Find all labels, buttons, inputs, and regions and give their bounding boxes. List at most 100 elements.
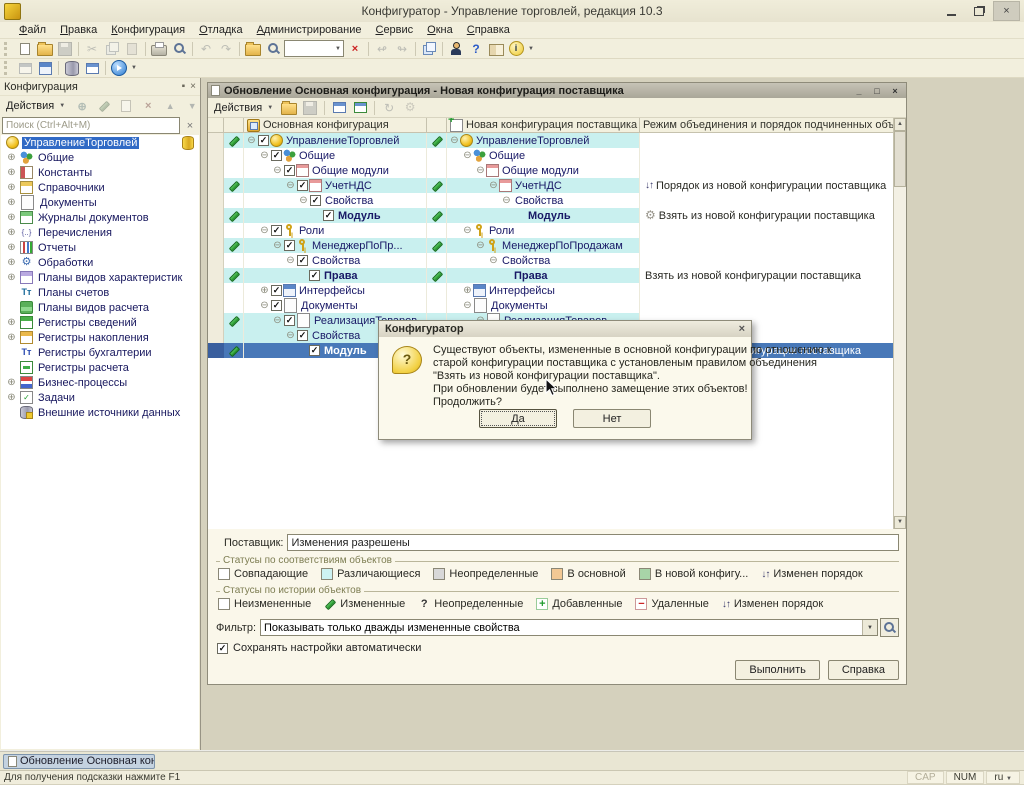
collapse-icon[interactable] xyxy=(488,180,499,191)
expand-icon[interactable] xyxy=(6,197,17,208)
close-button[interactable]: × xyxy=(993,1,1020,21)
collapse-icon[interactable] xyxy=(259,150,270,161)
filter-search-button[interactable] xyxy=(880,618,899,637)
sidebar-item-document-journals[interactable]: Журналы документов xyxy=(1,210,199,225)
collapse-icon[interactable] xyxy=(285,330,296,341)
menu-file[interactable]: Файл xyxy=(12,23,53,37)
window-titlebar[interactable]: Обновление Основная конфигурация - Новая… xyxy=(208,83,906,98)
sidebar-item-char-types[interactable]: Планы видов характеристик xyxy=(1,270,199,285)
find-button[interactable] xyxy=(263,40,283,57)
debug-dropdown-button[interactable]: ▼ xyxy=(131,65,137,71)
settings-button[interactable] xyxy=(400,99,420,116)
expand-icon[interactable] xyxy=(259,285,270,296)
pin-icon[interactable]: ▪ xyxy=(182,81,186,92)
collapse-icon[interactable] xyxy=(501,195,512,206)
include-checkbox[interactable] xyxy=(323,210,334,221)
collapse-icon[interactable] xyxy=(298,195,309,206)
print-button[interactable] xyxy=(149,40,169,57)
include-checkbox[interactable] xyxy=(284,240,295,251)
sidebar-item-chart-of-accounts[interactable]: Планы счетов xyxy=(1,285,199,300)
open-config-button[interactable] xyxy=(279,99,299,116)
next-difference-button[interactable] xyxy=(350,99,370,116)
actions-menu-button[interactable]: Действия▼ xyxy=(211,101,278,115)
yes-button[interactable]: Да xyxy=(479,409,557,428)
taskbar-tab-update[interactable]: Обновление Основная кон... xyxy=(3,754,155,769)
search-combobox[interactable]: ▼ xyxy=(284,40,344,57)
expand-icon[interactable] xyxy=(6,377,17,388)
autosave-checkbox[interactable] xyxy=(217,643,228,654)
sidebar-item-external-sources[interactable]: Внешние источники данных xyxy=(1,405,199,420)
menu-administration[interactable]: Администрирование xyxy=(250,23,369,37)
expand-icon[interactable] xyxy=(6,212,17,223)
delete-button[interactable]: × xyxy=(138,98,158,115)
merge-settings-icon[interactable] xyxy=(645,209,656,222)
expand-icon[interactable] xyxy=(462,285,473,296)
filter-input[interactable] xyxy=(260,619,878,636)
expand-icon[interactable] xyxy=(6,182,17,193)
chevron-down-icon[interactable]: ▼ xyxy=(335,46,341,52)
collapse-icon[interactable] xyxy=(246,135,257,146)
include-checkbox[interactable] xyxy=(297,180,308,191)
open-button[interactable] xyxy=(35,40,55,57)
open-window-button[interactable] xyxy=(35,60,55,77)
include-checkbox[interactable] xyxy=(284,315,295,326)
table-button[interactable] xyxy=(82,60,102,77)
sidebar-item-enums[interactable]: Перечисления xyxy=(1,225,199,240)
dialog-close-icon[interactable]: × xyxy=(739,323,745,335)
help-search-button[interactable]: ? xyxy=(466,40,486,57)
sidebar-item-tasks[interactable]: Задачи xyxy=(1,390,199,405)
filter-settings-button[interactable] xyxy=(329,99,349,116)
clear-search-icon[interactable]: × xyxy=(182,117,198,134)
table-row[interactable]: МенеджерПоПр... МенеджерПоПродажам xyxy=(208,238,893,253)
table-row[interactable]: УправлениеТорговлей УправлениеТорговлей xyxy=(208,133,893,148)
expand-icon[interactable] xyxy=(6,167,17,178)
collapse-icon[interactable] xyxy=(475,165,486,176)
scrollbar-thumb[interactable] xyxy=(894,131,906,187)
tree-root-item[interactable]: УправлениеТорговлей xyxy=(1,135,199,150)
scroll-down-button[interactable]: ▼ xyxy=(894,516,906,529)
table-row[interactable]: Роли Роли xyxy=(208,223,893,238)
include-checkbox[interactable] xyxy=(297,330,308,341)
include-checkbox[interactable] xyxy=(271,225,282,236)
execute-button[interactable]: Выполнить xyxy=(735,660,819,680)
sidebar-item-common[interactable]: Общие xyxy=(1,150,199,165)
ch evron-down-icon[interactable]: ▼ xyxy=(862,620,877,635)
include-checkbox[interactable] xyxy=(309,345,320,356)
sidebar-item-dataprocessors[interactable]: Обработки xyxy=(1,255,199,270)
refresh-button[interactable]: ↻ xyxy=(379,99,399,116)
collapse-icon[interactable] xyxy=(285,180,296,191)
add-button[interactable]: ⊕ xyxy=(72,98,92,115)
close-button[interactable]: × xyxy=(887,85,903,97)
sidebar-item-catalogs[interactable]: Справочники xyxy=(1,180,199,195)
table-row[interactable]: Свойства Свойства xyxy=(208,193,893,208)
menu-service[interactable]: Сервис xyxy=(368,23,420,37)
language-selector[interactable]: ru ▼ xyxy=(986,771,1020,784)
include-checkbox[interactable] xyxy=(284,165,295,176)
paste-button[interactable] xyxy=(122,40,142,57)
sidebar-item-documents[interactable]: Документы xyxy=(1,195,199,210)
properties-button[interactable] xyxy=(15,60,35,77)
panel-close-icon[interactable]: × xyxy=(190,81,196,92)
new-document-button[interactable] xyxy=(15,40,35,57)
sidebar-item-info-registers[interactable]: Регистры сведений xyxy=(1,315,199,330)
collapse-icon[interactable] xyxy=(449,135,460,146)
copy-item-button[interactable] xyxy=(116,98,136,115)
expand-icon[interactable] xyxy=(6,272,17,283)
include-checkbox[interactable] xyxy=(297,255,308,266)
expand-icon[interactable] xyxy=(6,392,17,403)
collapse-icon[interactable] xyxy=(462,225,473,236)
copy-button[interactable] xyxy=(102,40,122,57)
sidebar-item-calc-registers[interactable]: Регистры расчета xyxy=(1,360,199,375)
collapse-icon[interactable] xyxy=(272,165,283,176)
column-main-config[interactable]: Основная конфигурация xyxy=(244,118,427,132)
actions-menu-button[interactable]: Действия▼ xyxy=(3,99,70,113)
collapse-icon[interactable] xyxy=(462,300,473,311)
table-row[interactable]: Права Права Взять из новой конфигурации … xyxy=(208,268,893,283)
collapse-icon[interactable] xyxy=(272,315,283,326)
include-checkbox[interactable] xyxy=(271,285,282,296)
jump-forward-button[interactable]: ↬ xyxy=(392,40,412,57)
undo-button[interactable]: ↶ xyxy=(196,40,216,57)
global-search-button[interactable] xyxy=(243,40,263,57)
maximize-button[interactable]: □ xyxy=(869,85,885,97)
move-down-button[interactable]: ▼ xyxy=(182,98,202,115)
